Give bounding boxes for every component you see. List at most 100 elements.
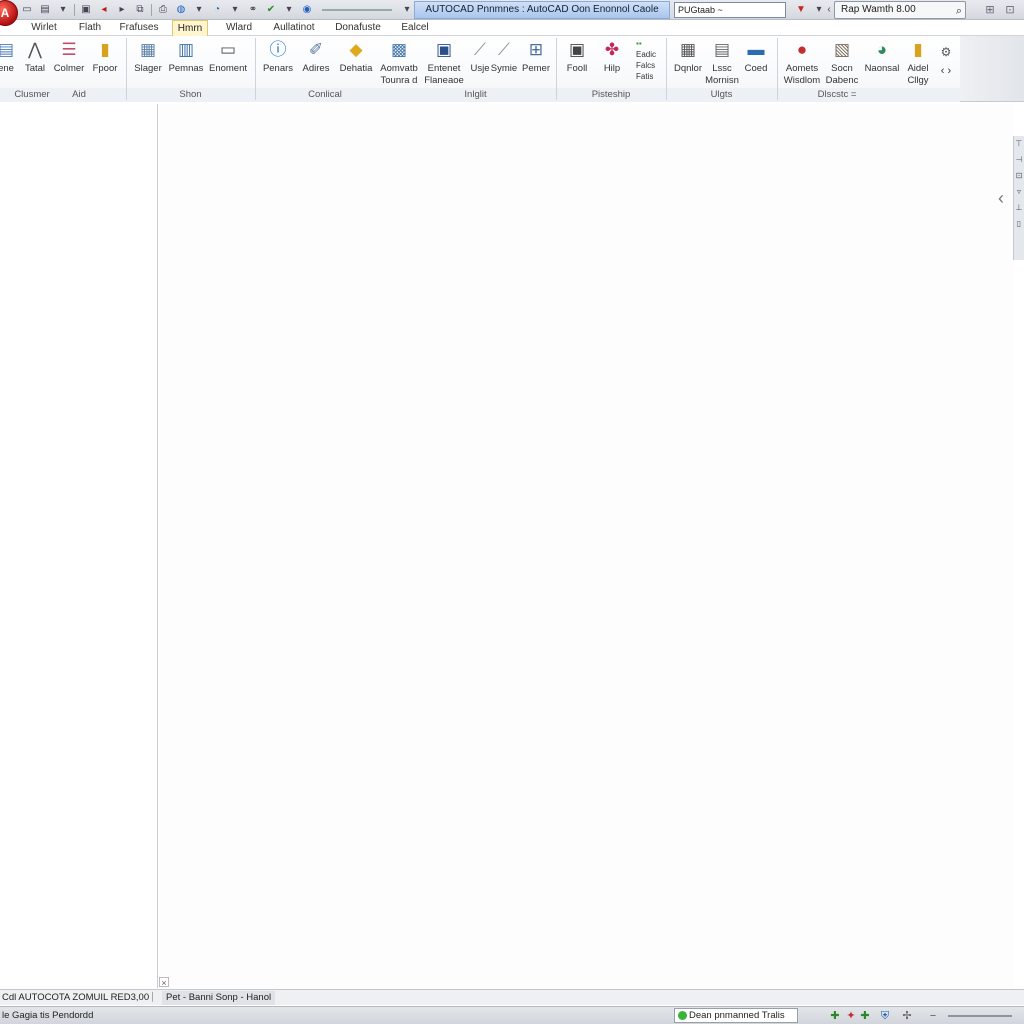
ribbon-button-6[interactable]: ▭ Enoment: [206, 38, 250, 88]
group-label-3: Conlical: [308, 89, 342, 100]
separator-icon: ⏐: [150, 992, 156, 1002]
help-icon[interactable]: ⊡: [1002, 2, 1018, 18]
group-label-1: Aid: [72, 89, 86, 100]
ribbon-button-17[interactable]: ▦ Dqnlor: [670, 38, 706, 88]
ribbon-button-2[interactable]: ☰ Colmer: [50, 38, 88, 88]
ribbon-button-12[interactable]: ⟋ Usje: [468, 38, 492, 88]
form-icon: ☰: [61, 40, 77, 59]
ribbon-button-15[interactable]: ▣ Fooll: [562, 38, 592, 88]
small-button-2[interactable]: Fatis: [636, 71, 656, 82]
chevron-left-right-icon[interactable]: ‹ ›: [934, 66, 958, 77]
dropdown-arrow-icon[interactable]: ▾: [228, 3, 242, 17]
ribbon-button-1[interactable]: ⋀ Tatal: [22, 38, 48, 88]
small-button-1[interactable]: Falcs: [636, 60, 656, 71]
ribbon-button-3[interactable]: ▮ Fpoor: [90, 38, 120, 88]
dropdown-arrow-icon[interactable]: ▾: [282, 3, 296, 17]
status-field[interactable]: Dean pnmanned Tralis: [674, 1008, 798, 1023]
tab-7[interactable]: Ealcel: [394, 20, 436, 36]
search-input[interactable]: Rap Wamth 8.00 ⌕: [834, 1, 966, 19]
command-line[interactable]: Cdl AUTOCOTA ZOMUIL RED3,00 ⏐ Pet - Bann…: [0, 989, 1024, 1005]
tab-2[interactable]: Frafuses: [114, 20, 164, 36]
ribbon-button-20[interactable]: ● Aomets Wisdlom: [780, 38, 824, 88]
ribbon-button-4[interactable]: ▦ Slager: [132, 38, 164, 88]
tab-6[interactable]: Donafuste: [330, 20, 386, 36]
close-icon[interactable]: ×: [159, 977, 169, 988]
tab-5[interactable]: Aullatinot: [266, 20, 322, 36]
ribbon-button-0[interactable]: ▤ ene: [0, 38, 18, 88]
workspace-input[interactable]: PUGtaab ~: [674, 2, 786, 18]
tool-icon[interactable]: ⊥: [1014, 200, 1024, 216]
info-icon[interactable]: ⊞: [982, 2, 998, 18]
zoom-slider[interactable]: [948, 1015, 1012, 1017]
shield-icon[interactable]: ⛨: [878, 1009, 892, 1023]
ortho-icon[interactable]: ✚: [858, 1009, 872, 1023]
dropdown-arrow-icon[interactable]: ▾: [56, 3, 70, 17]
tab-0[interactable]: Wirlet: [24, 20, 64, 36]
redo-icon[interactable]: ▸: [115, 3, 129, 17]
group-label-2: Shon: [179, 89, 202, 100]
autocad-window: A ▭ ▤ ▾ ▣ ◂ ▸ ⧉ ⎙ ◍ ▾ ◔ ▾ ⚭ ✔ ▾ ◉ ▾ AUTO…: [0, 0, 1024, 1024]
ribbon-button-7[interactable]: ⓘ Penars: [260, 38, 296, 88]
print-icon[interactable]: ⎙: [156, 3, 170, 17]
ribbon-button-21[interactable]: ▧ Socn Dabenc: [822, 38, 862, 88]
ribbon-button-22[interactable]: ◕ Naonsal: [862, 38, 902, 88]
dropdown-arrow-icon[interactable]: ▾: [400, 3, 414, 17]
ribbon-button-14[interactable]: ⊞ Pemer: [520, 38, 552, 88]
pin-icon[interactable]: ✢: [900, 1009, 914, 1023]
refresh-icon[interactable]: ◉: [300, 3, 314, 17]
gear-icon: ⚙: [940, 45, 952, 59]
ribbon-button-19[interactable]: ▬ Coed: [740, 38, 772, 88]
status-text: le Gagia tis Pendordd: [2, 1010, 94, 1021]
ribbon-button-13[interactable]: ⟋ Symie: [490, 38, 518, 88]
calculator-icon: ▦: [679, 40, 697, 59]
link-icon[interactable]: ⚭: [246, 3, 260, 17]
printer-icon: ⊞: [528, 40, 544, 59]
layout-icon[interactable]: ▤: [38, 3, 52, 17]
ribbon-scroll[interactable]: ⚙ ‹ ›: [934, 40, 958, 90]
save-icon[interactable]: ▣: [79, 3, 93, 17]
tab-1[interactable]: Flath: [72, 20, 108, 36]
monitor-icon: ▭: [219, 40, 237, 59]
new-icon[interactable]: ▭: [20, 3, 34, 17]
window-title: AUTOCAD Pnnmnes : AutoCAD Oon Enonnol Ca…: [414, 1, 670, 19]
minus-icon[interactable]: −: [926, 1009, 940, 1023]
check-icon[interactable]: ✔: [264, 3, 278, 17]
quick-access-toolbar: ▭ ▤ ▾ ▣ ◂ ▸ ⧉ ⎙ ◍ ▾ ◔ ▾ ⚭ ✔ ▾ ◉ ▾: [20, 2, 414, 18]
ribbon-button-5[interactable]: ▥ Pemnas: [168, 38, 204, 88]
workspace-slider[interactable]: [322, 9, 392, 11]
tab-3[interactable]: Hmrn: [172, 20, 208, 36]
ribbon-button-11[interactable]: ▣ Entenet Flaneaoe: [422, 38, 466, 88]
snap-icon[interactable]: ✚: [828, 1009, 842, 1023]
ribbon-button-8[interactable]: ✐ Adires: [298, 38, 334, 88]
publish-icon[interactable]: ◔: [210, 3, 224, 17]
tool-icon[interactable]: ▯: [1014, 216, 1024, 232]
globe-icon: ●: [796, 40, 808, 59]
small-icon[interactable]: ▪▪: [636, 38, 656, 49]
ribbon-button-18[interactable]: ▤ Lssc Mornisn: [702, 38, 742, 88]
left-palette[interactable]: [0, 104, 158, 988]
ribbon-button-10[interactable]: ▩ Aomvatb Tounra d: [376, 38, 422, 88]
filter-icon[interactable]: ▼: [794, 2, 808, 18]
tool-icon[interactable]: ⊣: [1014, 152, 1024, 168]
tab-4[interactable]: Wlard: [218, 20, 260, 36]
copy-icon[interactable]: ⧉: [133, 3, 147, 17]
dropdown-arrow-icon[interactable]: ▾: [192, 3, 206, 17]
ribbon-button-16[interactable]: ✤ Hilp: [598, 38, 626, 88]
ribbon-button-9[interactable]: ◆ Dehatia: [336, 38, 376, 88]
ruler-icon: ▤: [0, 40, 15, 59]
tool-icon[interactable]: ⊤: [1014, 136, 1024, 152]
web-icon[interactable]: ◍: [174, 3, 188, 17]
screen-icon: ▣: [568, 40, 586, 59]
tool-icon[interactable]: ⊡: [1014, 168, 1024, 184]
tool-icon[interactable]: ▿: [1014, 184, 1024, 200]
ribbon-button-23[interactable]: ▮ Aidel Cllgy: [904, 38, 932, 88]
right-tool-strip: ⊤ ⊣ ⊡ ▿ ⊥ ▯: [1013, 136, 1024, 260]
undo-icon[interactable]: ◂: [97, 3, 111, 17]
drawing-canvas[interactable]: [159, 104, 1014, 988]
grid-icon: ▤: [713, 40, 731, 59]
command-prompt[interactable]: Pet - Banni Sonp - Hanol: [162, 991, 276, 1005]
grid-icon[interactable]: ✦: [844, 1009, 858, 1023]
small-button-0[interactable]: Eadic: [636, 49, 656, 60]
chevron-left-icon[interactable]: ‹: [998, 188, 1004, 209]
search-icon[interactable]: ⌕: [956, 3, 962, 19]
